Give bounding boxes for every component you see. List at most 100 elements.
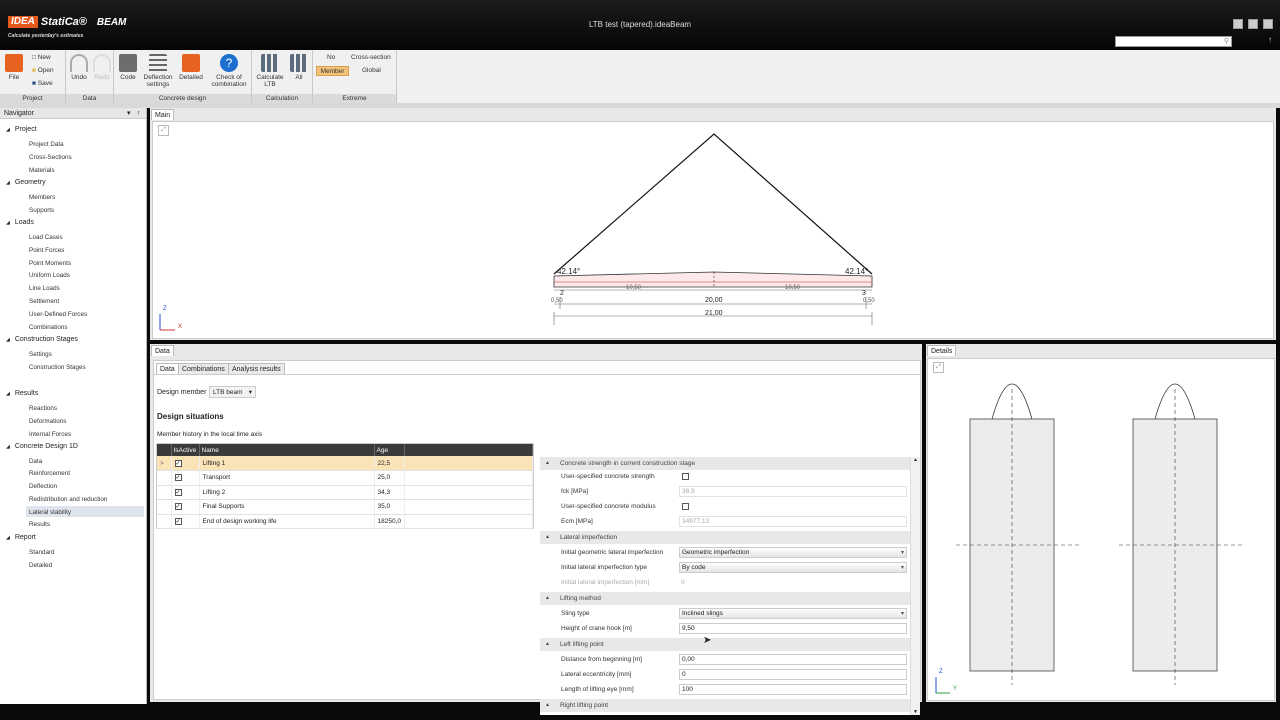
nav-item-materials[interactable]: Materials [29, 167, 55, 174]
nav-item-redistribution[interactable]: Redistribution and reduction [29, 496, 107, 503]
nav-item-supports[interactable]: Supports [29, 207, 54, 214]
nav-item-internal-forces[interactable]: Internal Forces [29, 431, 71, 438]
nav-category-report[interactable]: ◢ Report [6, 534, 36, 541]
section-lifting-method[interactable]: ▲ Lifting method [540, 592, 910, 605]
extreme-global-option[interactable]: Global [362, 67, 381, 74]
eye-length-field[interactable]: 100 [679, 684, 907, 695]
header-name[interactable]: Name [199, 444, 375, 456]
scroll-up-icon[interactable]: ▲ [911, 457, 920, 463]
collapse-icon[interactable]: ◢ [6, 337, 10, 343]
isactive-checkbox[interactable]: ✓ [171, 456, 200, 471]
nav-item-reactions[interactable]: Reactions [29, 405, 57, 412]
nav-item-settlement[interactable]: Settlement [29, 298, 59, 305]
property-scrollbar[interactable]: ▲ ▼ [910, 457, 920, 715]
header-isactive[interactable]: IsActive [171, 444, 200, 456]
open-button[interactable]: ■ Open [32, 67, 54, 74]
collapse-icon[interactable]: ◢ [6, 444, 10, 450]
undo-button[interactable]: Undo [68, 54, 90, 81]
table-row[interactable]: ✓ End of design working life 18250,0 [157, 514, 533, 529]
collapse-icon[interactable]: ◢ [6, 391, 10, 397]
nav-item-detailed[interactable]: Detailed [29, 562, 52, 569]
collapse-icon[interactable]: ▲ [545, 638, 550, 651]
nav-item-point-forces[interactable]: Point Forces [29, 247, 64, 254]
code-button[interactable]: Code [118, 54, 138, 81]
minimize-button[interactable] [1233, 19, 1243, 29]
init-geom-select[interactable]: Geometric imperfection [679, 547, 907, 558]
distance-field[interactable]: 0,00 [679, 654, 907, 665]
isactive-checkbox[interactable]: ✓ [171, 470, 200, 486]
details-title[interactable]: Details [927, 345, 957, 356]
sling-type-select[interactable]: Inclined slings [679, 608, 907, 619]
data-panel-title[interactable]: Data [151, 345, 174, 356]
nav-item-results[interactable]: Results [29, 521, 50, 528]
maximize-button[interactable] [1248, 19, 1258, 29]
main-canvas[interactable]: ⤢ 42.14° 42.14° 2 3 10,50 10,50 0,50 0,5… [152, 121, 1274, 339]
extreme-member-option[interactable]: Member [316, 66, 349, 76]
pin-icon[interactable]: ↑ [1268, 35, 1272, 44]
redo-button[interactable]: Redo [91, 54, 113, 81]
table-row[interactable]: > ✓ Lifting 1 22,5 [157, 456, 533, 471]
check-combination-button[interactable]: ? Check of combination [208, 54, 250, 88]
nav-item-standard[interactable]: Standard [29, 549, 55, 556]
hook-height-field[interactable]: 9,50 [679, 623, 907, 634]
deflection-settings-button[interactable]: Deflection settings [140, 54, 176, 88]
file-button[interactable]: File [3, 54, 25, 81]
nav-item-cross-sections[interactable]: Cross-Sections [29, 154, 72, 161]
nav-category-geometry[interactable]: ◢ Geometry [6, 179, 46, 186]
tab-data[interactable]: Data [156, 363, 179, 374]
nav-item-uniform-loads[interactable]: Uniform Loads [29, 272, 70, 279]
nav-category-concrete-design-1d[interactable]: ◢ Concrete Design 1D [6, 443, 78, 450]
design-member-select[interactable]: LTB beam ▾ [209, 386, 256, 398]
pin-icon[interactable]: ↑ [137, 108, 141, 119]
collapse-icon[interactable]: ▲ [545, 699, 550, 712]
details-canvas[interactable]: ⤢ Z Y [927, 358, 1275, 701]
scroll-down-icon[interactable]: ▼ [911, 709, 920, 715]
ecm-field[interactable]: 34977,13 [679, 516, 907, 527]
collapse-icon[interactable]: ▲ [545, 531, 550, 544]
section-lateral-imperfection[interactable]: ▲ Lateral imperfection [540, 531, 910, 544]
isactive-checkbox[interactable]: ✓ [171, 514, 200, 529]
nav-item-deformations[interactable]: Deformations [29, 418, 66, 425]
nav-item-project-data[interactable]: Project Data [29, 141, 64, 148]
nav-item-data[interactable]: Data [29, 458, 42, 465]
nav-category-construction-stages[interactable]: ◢ Construction Stages [6, 336, 78, 343]
table-row[interactable]: ✓ Transport 25,0 [157, 470, 533, 486]
collapse-icon[interactable]: ◢ [6, 180, 10, 186]
calculate-ltb-button[interactable]: Calculate LTB [255, 54, 285, 88]
collapse-icon[interactable]: ◢ [6, 220, 10, 226]
collapse-icon[interactable]: ▲ [545, 457, 550, 470]
nav-item-combinations[interactable]: Combinations [29, 324, 68, 331]
table-row[interactable]: ✓ Lifting 2 34,3 [157, 485, 533, 500]
nav-item-settings[interactable]: Settings [29, 351, 52, 358]
isactive-checkbox[interactable]: ✓ [171, 485, 200, 500]
tab-main[interactable]: Main [151, 109, 175, 120]
calculate-all-button[interactable]: All [288, 54, 310, 81]
nav-item-load-cases[interactable]: Load Cases [29, 234, 63, 241]
eccentricity-field[interactable]: 0 [679, 669, 907, 680]
tab-combinations[interactable]: Combinations [178, 363, 229, 374]
nav-item-line-loads[interactable]: Line Loads [29, 285, 60, 292]
nav-item-user-defined-forces[interactable]: User-Defined Forces [29, 311, 87, 318]
isactive-checkbox[interactable]: ✓ [171, 499, 200, 515]
collapse-icon[interactable]: ◢ [6, 127, 10, 133]
detailed-button[interactable]: Detailed [177, 54, 205, 81]
tab-analysis-results[interactable]: Analysis results [228, 363, 285, 374]
nav-item-point-moments[interactable]: Point Moments [29, 260, 71, 267]
collapse-icon[interactable]: ▲ [545, 592, 550, 605]
init-type-select[interactable]: By code [679, 562, 907, 573]
search-input[interactable]: ⚲ [1115, 36, 1232, 47]
nav-item-reinforcement[interactable]: Reinforcement [29, 470, 70, 477]
nav-item-lateral-stability[interactable]: Lateral stability [29, 509, 71, 516]
save-button[interactable]: ■ Save [32, 80, 53, 87]
user-strength-checkbox[interactable] [682, 473, 689, 482]
nav-item-members[interactable]: Members [29, 194, 55, 201]
section-concrete-strength[interactable]: ▲ Concrete strength in current constructi… [540, 457, 910, 470]
new-button[interactable]: □ New [32, 54, 51, 61]
dropdown-icon[interactable]: ▾ [127, 108, 131, 119]
header-age[interactable]: Age [374, 444, 405, 456]
table-row[interactable]: ✓ Final Supports 35,0 [157, 499, 533, 515]
extreme-no-option[interactable]: No [327, 54, 335, 61]
nav-category-project[interactable]: ◢ Project [6, 126, 37, 133]
nav-category-results[interactable]: ◢ Results [6, 390, 38, 397]
user-modulus-checkbox[interactable] [682, 503, 689, 512]
